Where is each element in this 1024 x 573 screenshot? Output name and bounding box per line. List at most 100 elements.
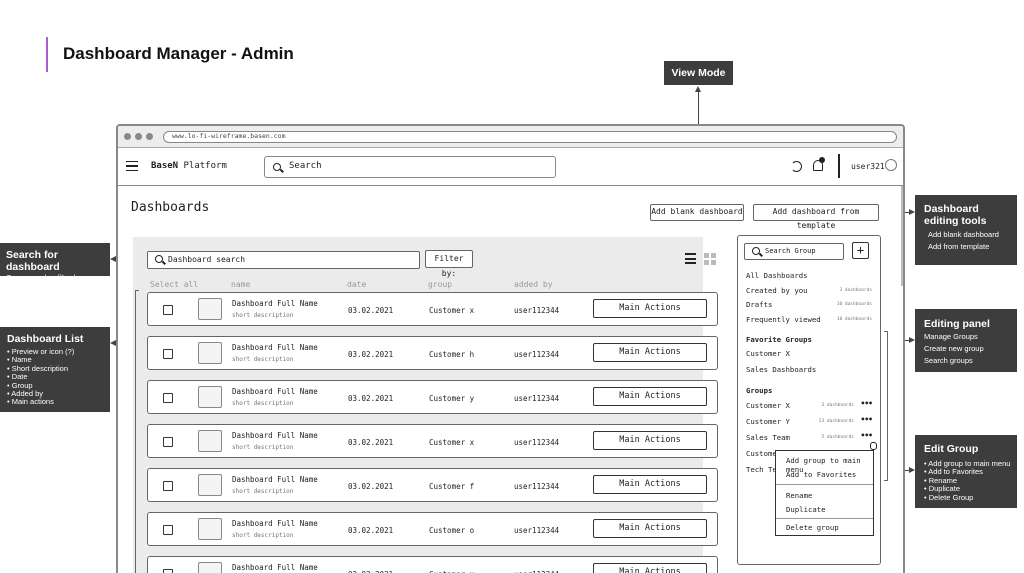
grid-view-icon[interactable] [704,253,716,265]
table-row[interactable]: Dashboard Full Nameshort description03.0… [147,424,718,458]
dashboard-added-by: user112344 [514,526,560,535]
url-bar[interactable]: www.lo-fi-wireframe.basen.com [163,131,897,143]
row-checkbox[interactable] [163,305,173,315]
add-group-button[interactable]: + [852,242,869,259]
window-dot-icon[interactable] [146,133,153,140]
dashboard-preview-icon[interactable] [198,342,222,364]
group-item[interactable]: Customer Y [746,417,790,426]
select-all[interactable]: Select all [150,280,198,289]
dashboard-preview-icon[interactable] [198,562,222,573]
dashboard-name[interactable]: Dashboard Full Name [232,343,318,352]
panel-frequently-viewed[interactable]: Frequently viewed [746,315,821,324]
dashboard-date: 03.02.2021 [348,482,394,491]
global-search-input[interactable]: Search [264,156,556,178]
dashboard-added-by: user112344 [514,482,560,491]
dashboard-preview-icon[interactable] [198,386,222,408]
dashboard-name[interactable]: Dashboard Full Name [232,387,318,396]
main-actions-button[interactable]: Main Actions [593,431,707,450]
dashboard-date: 03.02.2021 [348,306,394,315]
panel-bracket [884,331,888,481]
menu-add-to-favorites[interactable]: Add to Favorites [786,470,856,479]
list-view-icon[interactable] [685,253,696,264]
panel-created-count: 3 dashboards [839,288,872,293]
dashboard-search-input[interactable]: Dashboard search [147,251,420,269]
user-name[interactable]: user321 [851,162,885,171]
page-scrollbar[interactable] [901,186,903,286]
favorite-group-item[interactable]: Customer X [746,349,790,358]
filter-by-button[interactable]: Filter by: [425,250,473,278]
search-group-input[interactable]: Search Group [744,243,844,260]
add-blank-dashboard-button[interactable]: Add blank dashboard [650,204,744,221]
dashboard-preview-icon[interactable] [198,298,222,320]
group-item[interactable]: Customer X [746,401,790,410]
dashboard-added-by: user112344 [514,350,560,359]
user-avatar-icon[interactable] [885,159,897,171]
dashboard-name[interactable]: Dashboard Full Name [232,475,318,484]
dashboard-group: Customer x [429,438,475,447]
row-checkbox[interactable] [163,569,173,573]
main-actions-button[interactable]: Main Actions [593,387,707,406]
table-row[interactable]: Dashboard Full Nameshort description03.0… [147,468,718,502]
brand-rest: Platform [178,161,227,171]
group-more-icon[interactable]: ••• [861,415,873,424]
column-header-name[interactable]: name [231,280,250,289]
menu-rename[interactable]: Rename [786,491,812,500]
main-actions-button[interactable]: Main Actions [593,343,707,362]
search-icon [752,247,760,255]
row-checkbox[interactable] [163,393,173,403]
group-item[interactable]: Custome [746,449,777,458]
group-more-icon[interactable]: ••• [861,431,873,440]
menu-delete-group[interactable]: Delete group [786,523,839,532]
notification-bell-icon[interactable] [813,157,825,171]
column-header-date[interactable]: date [347,280,366,289]
dashboard-preview-icon[interactable] [198,430,222,452]
table-row[interactable]: Dashboard Full Nameshort description03.0… [147,292,718,326]
group-count: 5 dashboards [821,435,854,440]
annotation-list-item: Main actions [7,398,110,407]
main-actions-button[interactable]: Main Actions [593,299,707,318]
window-dot-icon[interactable] [124,133,131,140]
dashboard-name[interactable]: Dashboard Full Name [232,431,318,440]
row-checkbox[interactable] [163,481,173,491]
annotation-dashboard-list: Dashboard List Preview or icon (?) Name … [0,327,110,412]
main-actions-button[interactable]: Main Actions [593,563,707,573]
column-header-added-by[interactable]: added by [514,280,553,289]
row-checkbox[interactable] [163,525,173,535]
dashboard-added-by: user112344 [514,306,560,315]
menu-divider [776,518,873,519]
group-item[interactable]: Sales Team [746,433,790,442]
arrow-head-icon [909,337,915,343]
table-row[interactable]: Dashboard Full Nameshort description03.0… [147,380,718,414]
section-title: Dashboards [131,200,210,215]
main-actions-button[interactable]: Main Actions [593,519,707,538]
brand-logo[interactable]: BaseN Platform [151,161,227,171]
menu-duplicate[interactable]: Duplicate [786,505,826,514]
hamburger-menu-icon[interactable] [126,161,138,171]
table-row[interactable]: Dashboard Full Nameshort description03.0… [147,512,718,546]
favorite-group-item[interactable]: Sales Dashboards [746,365,816,374]
dashboard-name[interactable]: Dashboard Full Name [232,299,318,308]
panel-created-by-you[interactable]: Created by you [746,286,808,295]
annotation-panel-item: Create new group [924,344,984,353]
annotation-editing-tools: Dashboard editing tools Add blank dashbo… [915,195,1017,265]
column-header-group[interactable]: group [428,280,452,289]
dashboard-name[interactable]: Dashboard Full Name [232,519,318,528]
add-from-template-button[interactable]: Add dashboard from template [753,204,879,230]
dashboard-group: Customer f [429,482,475,491]
main-actions-button[interactable]: Main Actions [593,475,707,494]
topbar-divider [838,154,840,178]
dashboard-preview-icon[interactable] [198,518,222,540]
panel-all-dashboards[interactable]: All Dashboards [746,271,808,280]
window-dot-icon[interactable] [135,133,142,140]
table-row[interactable]: Dashboard Full Nameshort description03.0… [147,556,718,573]
notification-badge-icon [819,157,825,163]
row-checkbox[interactable] [163,437,173,447]
row-checkbox[interactable] [163,349,173,359]
table-row[interactable]: Dashboard Full Nameshort description03.0… [147,336,718,370]
annotation-list-items: Preview or icon (?) Name Short descripti… [7,347,110,407]
group-more-icon[interactable]: ••• [861,399,873,408]
dashboard-name[interactable]: Dashboard Full Name [232,563,318,572]
panel-drafts[interactable]: Drafts [746,300,772,309]
history-icon[interactable] [791,161,802,172]
dashboard-preview-icon[interactable] [198,474,222,496]
